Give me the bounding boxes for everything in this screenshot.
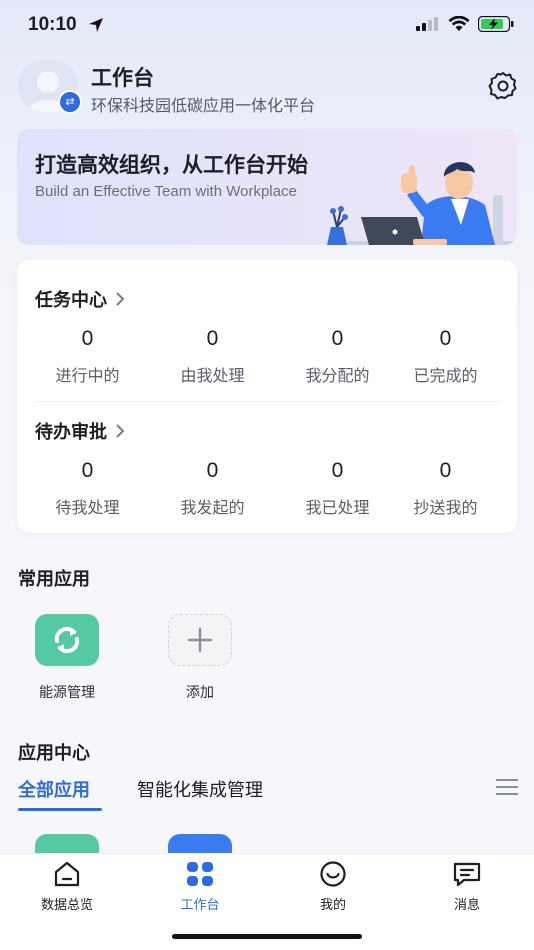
organization-name: 环保科技园低碳应用一体化平台 bbox=[91, 96, 316, 115]
nav-label: 消息 bbox=[453, 898, 480, 913]
stat-value: 0 bbox=[206, 459, 219, 482]
stat-label: 进行中的 bbox=[55, 366, 120, 385]
banner-subtitle: Build an Effective Team with Workplace bbox=[35, 183, 297, 200]
refresh-icon bbox=[35, 614, 99, 666]
stat-label: 我发起的 bbox=[180, 498, 245, 517]
wifi-icon bbox=[448, 16, 470, 31]
grid-icon bbox=[187, 862, 213, 886]
common-apps-title: 常用应用 bbox=[18, 569, 90, 590]
stat-label: 我已处理 bbox=[305, 498, 370, 517]
status-indicators bbox=[416, 16, 514, 32]
header: ⇄ 工作台 环保科技园低碳应用一体化平台 bbox=[18, 60, 518, 116]
stat-pending-me[interactable]: 0 待我处理 bbox=[25, 458, 150, 518]
stat-label: 抄送我的 bbox=[413, 498, 478, 517]
tab-smart-integration[interactable]: 智能化集成管理 bbox=[137, 776, 263, 802]
message-icon bbox=[453, 862, 481, 887]
stat-cc-me[interactable]: 0 抄送我的 bbox=[383, 458, 508, 518]
stat-label: 待我处理 bbox=[55, 498, 120, 517]
settings-gear-icon[interactable] bbox=[488, 70, 518, 100]
nav-mine[interactable]: 我的 bbox=[283, 860, 383, 913]
approval-stats-row: 0 待我处理 0 我发起的 0 我已处理 0 抄送我的 bbox=[17, 458, 517, 528]
status-time: 10:10 bbox=[28, 14, 77, 35]
chevron-right-icon bbox=[116, 292, 125, 306]
task-stats-row: 0 进行中的 0 由我处理 0 我分配的 0 已完成的 bbox=[17, 326, 517, 396]
nav-label: 数据总览 bbox=[40, 898, 93, 913]
stat-value: 0 bbox=[81, 327, 94, 350]
stats-card: 任务中心 0 进行中的 0 由我处理 0 我分配的 0 已完成的 待办审批 0 bbox=[17, 260, 517, 533]
switch-org-icon[interactable]: ⇄ bbox=[58, 90, 82, 114]
smile-icon bbox=[320, 861, 346, 887]
nav-label: 我的 bbox=[319, 898, 346, 913]
stat-completed[interactable]: 0 已完成的 bbox=[383, 326, 508, 386]
home-indicator bbox=[172, 934, 362, 939]
stat-value: 0 bbox=[331, 327, 344, 350]
plus-icon bbox=[168, 614, 232, 666]
team-illustration-icon bbox=[327, 162, 517, 245]
stat-label: 我分配的 bbox=[305, 366, 370, 385]
stat-label: 已完成的 bbox=[413, 366, 478, 385]
nav-label: 工作台 bbox=[180, 898, 220, 913]
nav-data-overview[interactable]: 数据总览 bbox=[17, 860, 117, 913]
tab-all-apps[interactable]: 全部应用 bbox=[18, 776, 90, 802]
stat-in-progress[interactable]: 0 进行中的 bbox=[25, 326, 150, 386]
stat-assigned-to-me[interactable]: 0 由我处理 bbox=[150, 326, 275, 386]
stat-value: 0 bbox=[439, 327, 452, 350]
battery-charging-icon bbox=[478, 16, 514, 32]
location-arrow-icon bbox=[89, 18, 103, 32]
nav-workbench[interactable]: 工作台 bbox=[150, 860, 250, 913]
status-bar: 10:10 bbox=[0, 0, 534, 54]
stat-value: 0 bbox=[206, 327, 219, 350]
chevron-right-icon bbox=[116, 424, 125, 438]
active-tab-indicator bbox=[18, 808, 102, 811]
app-center-title: 应用中心 bbox=[18, 743, 90, 764]
stat-value: 0 bbox=[331, 459, 344, 482]
stat-initiated[interactable]: 0 我发起的 bbox=[150, 458, 275, 518]
app-energy-management[interactable]: 能源管理 bbox=[21, 614, 113, 702]
app-add-button[interactable]: 添加 bbox=[154, 614, 246, 702]
task-center-header[interactable]: 任务中心 bbox=[35, 286, 127, 312]
menu-icon[interactable] bbox=[496, 778, 518, 796]
approvals-title: 待办审批 bbox=[35, 422, 107, 443]
stat-assigned-by-me[interactable]: 0 我分配的 bbox=[275, 326, 400, 386]
stat-value: 0 bbox=[81, 459, 94, 482]
divider bbox=[35, 401, 499, 402]
task-center-title: 任务中心 bbox=[35, 290, 107, 311]
home-icon bbox=[54, 861, 80, 887]
app-label: 添加 bbox=[186, 685, 214, 701]
stat-value: 0 bbox=[439, 459, 452, 482]
page-title: 工作台 bbox=[91, 66, 154, 90]
promo-banner[interactable]: 打造高效组织，从工作台开始 Build an Effective Team wi… bbox=[17, 129, 517, 245]
cellular-signal-icon bbox=[416, 17, 438, 31]
nav-messages[interactable]: 消息 bbox=[417, 860, 517, 913]
banner-title: 打造高效组织，从工作台开始 bbox=[35, 153, 308, 177]
app-center-tabs: 全部应用 智能化集成管理 bbox=[18, 776, 518, 812]
app-label: 能源管理 bbox=[39, 685, 95, 701]
stat-label: 由我处理 bbox=[180, 366, 245, 385]
approvals-header[interactable]: 待办审批 bbox=[35, 418, 127, 444]
stat-processed[interactable]: 0 我已处理 bbox=[275, 458, 400, 518]
